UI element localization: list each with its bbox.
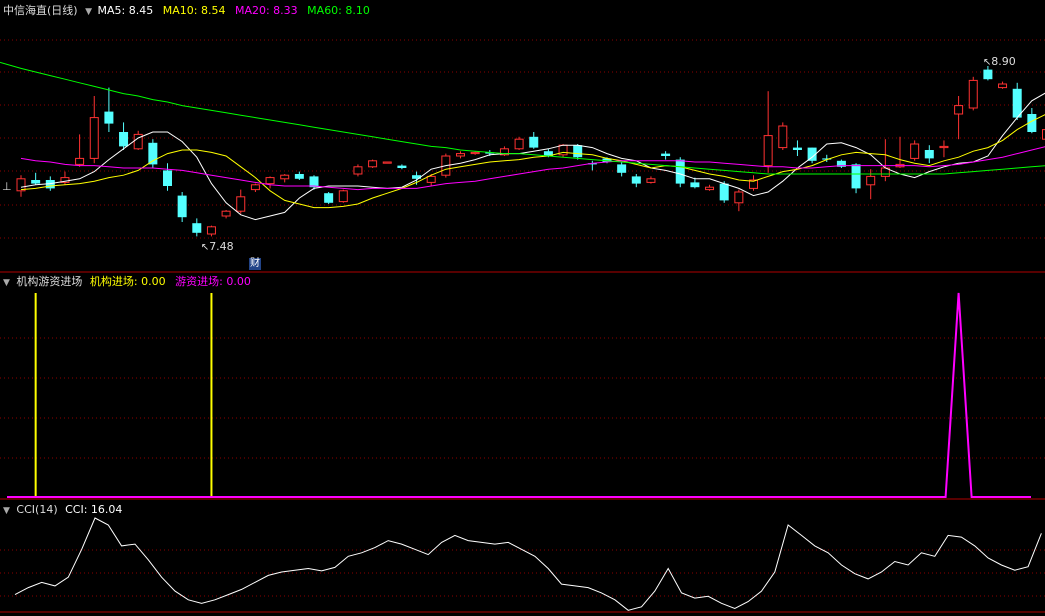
candle-body-up <box>280 174 290 180</box>
candle-body-up <box>705 186 715 191</box>
indicator1-header: ▼ 机构游资进场 机构进场: 0.00 游资进场: 0.00 <box>3 275 251 290</box>
candle-body-up <box>954 105 964 115</box>
indicator1-title: 机构游资进场 <box>16 275 83 288</box>
ma10-label: MA10: 8.54 <box>162 4 226 17</box>
candle-body-down <box>983 69 993 80</box>
collapse-triangle-icon[interactable]: ▼ <box>85 7 92 17</box>
candle-body-down <box>719 183 729 201</box>
collapse-triangle-icon[interactable]: ▼ <box>3 506 10 516</box>
candle-body-up <box>250 184 260 191</box>
candle-body-up <box>998 83 1008 89</box>
ma60-label: MA60: 8.10 <box>307 4 370 17</box>
candle-body-up <box>456 153 465 157</box>
low-price-label: ↖7.48 <box>200 240 234 254</box>
finance-badge[interactable]: 财 <box>249 258 261 270</box>
candle-body-down <box>675 159 685 184</box>
indicator1-value-youzi: 游资进场: 0.00 <box>175 275 251 288</box>
candle-body-down <box>119 132 129 147</box>
chart-canvas: ⊥ <box>0 39 1045 613</box>
candle-body-up <box>778 125 788 149</box>
indicator1-panel <box>7 292 1031 498</box>
left-marker: ⊥ <box>2 180 12 193</box>
indicator1-value-jigou: 机构进场: 0.00 <box>89 275 166 288</box>
candle-body-up <box>206 226 216 235</box>
youzi-signal-line <box>7 292 1031 498</box>
candle-body-up <box>221 210 231 217</box>
candle-body-down <box>617 164 627 173</box>
candle-body-down <box>529 136 539 148</box>
indicator2-value-cci: CCI: 16.04 <box>65 503 123 516</box>
candle-body-up <box>866 175 876 186</box>
ma20-label: MA20: 8.33 <box>234 4 298 17</box>
ma5-label: MA5: 8.45 <box>97 4 154 17</box>
candle-body-down <box>631 176 641 184</box>
candle-body-down <box>177 195 187 218</box>
candle-body-down <box>31 180 41 184</box>
candle-body-up <box>338 190 348 203</box>
candle-body-down <box>851 164 861 189</box>
collapse-triangle-icon[interactable]: ▼ <box>3 278 10 288</box>
stock-title: 中信海直(日线) <box>3 4 78 17</box>
candle-body-down <box>792 147 802 150</box>
candle-body-down <box>163 170 172 186</box>
candle-body-down <box>192 223 202 233</box>
candle-body-up <box>89 117 99 159</box>
candle-body-up <box>939 145 949 149</box>
candle-body-up <box>763 135 773 167</box>
high-price-label: ↖8.90 <box>982 55 1016 68</box>
candle-body-up <box>646 178 656 183</box>
candle-body-up <box>75 157 85 165</box>
candle-body-up <box>236 196 246 212</box>
candle-body-up <box>968 79 978 109</box>
price-panel <box>0 61 1045 237</box>
indicator2-header: ▼ CCI(14) CCI: 16.04 <box>3 503 122 518</box>
indicator2-title: CCI(14) <box>16 503 58 516</box>
grid-lines: ⊥ <box>0 39 1045 613</box>
ma-line-ma60 <box>20 67 1045 175</box>
candle-body-down <box>661 153 671 156</box>
candle-body-down <box>690 182 700 188</box>
candle-body-up <box>470 151 480 155</box>
candle-body-down <box>104 111 114 124</box>
candle-body-down <box>397 165 407 168</box>
candle-body-up <box>353 166 363 175</box>
candle-body-down <box>573 145 583 158</box>
candle-body-up <box>910 143 920 159</box>
candle-body-down <box>324 193 334 203</box>
candle-body-up <box>734 191 744 204</box>
candle-body-up <box>265 177 275 185</box>
candle-body-up <box>382 161 392 164</box>
ma-line-ma60-lead <box>0 61 22 69</box>
candle-body-up <box>426 175 436 183</box>
candle-body-down <box>924 150 934 159</box>
candle-body-up <box>514 138 524 150</box>
candle-body-up <box>368 160 378 168</box>
candle-body-down <box>294 174 304 179</box>
price-panel-header: 中信海直(日线) ▼ MA5: 8.45 MA10: 8.54 MA20: 8.… <box>3 4 370 19</box>
